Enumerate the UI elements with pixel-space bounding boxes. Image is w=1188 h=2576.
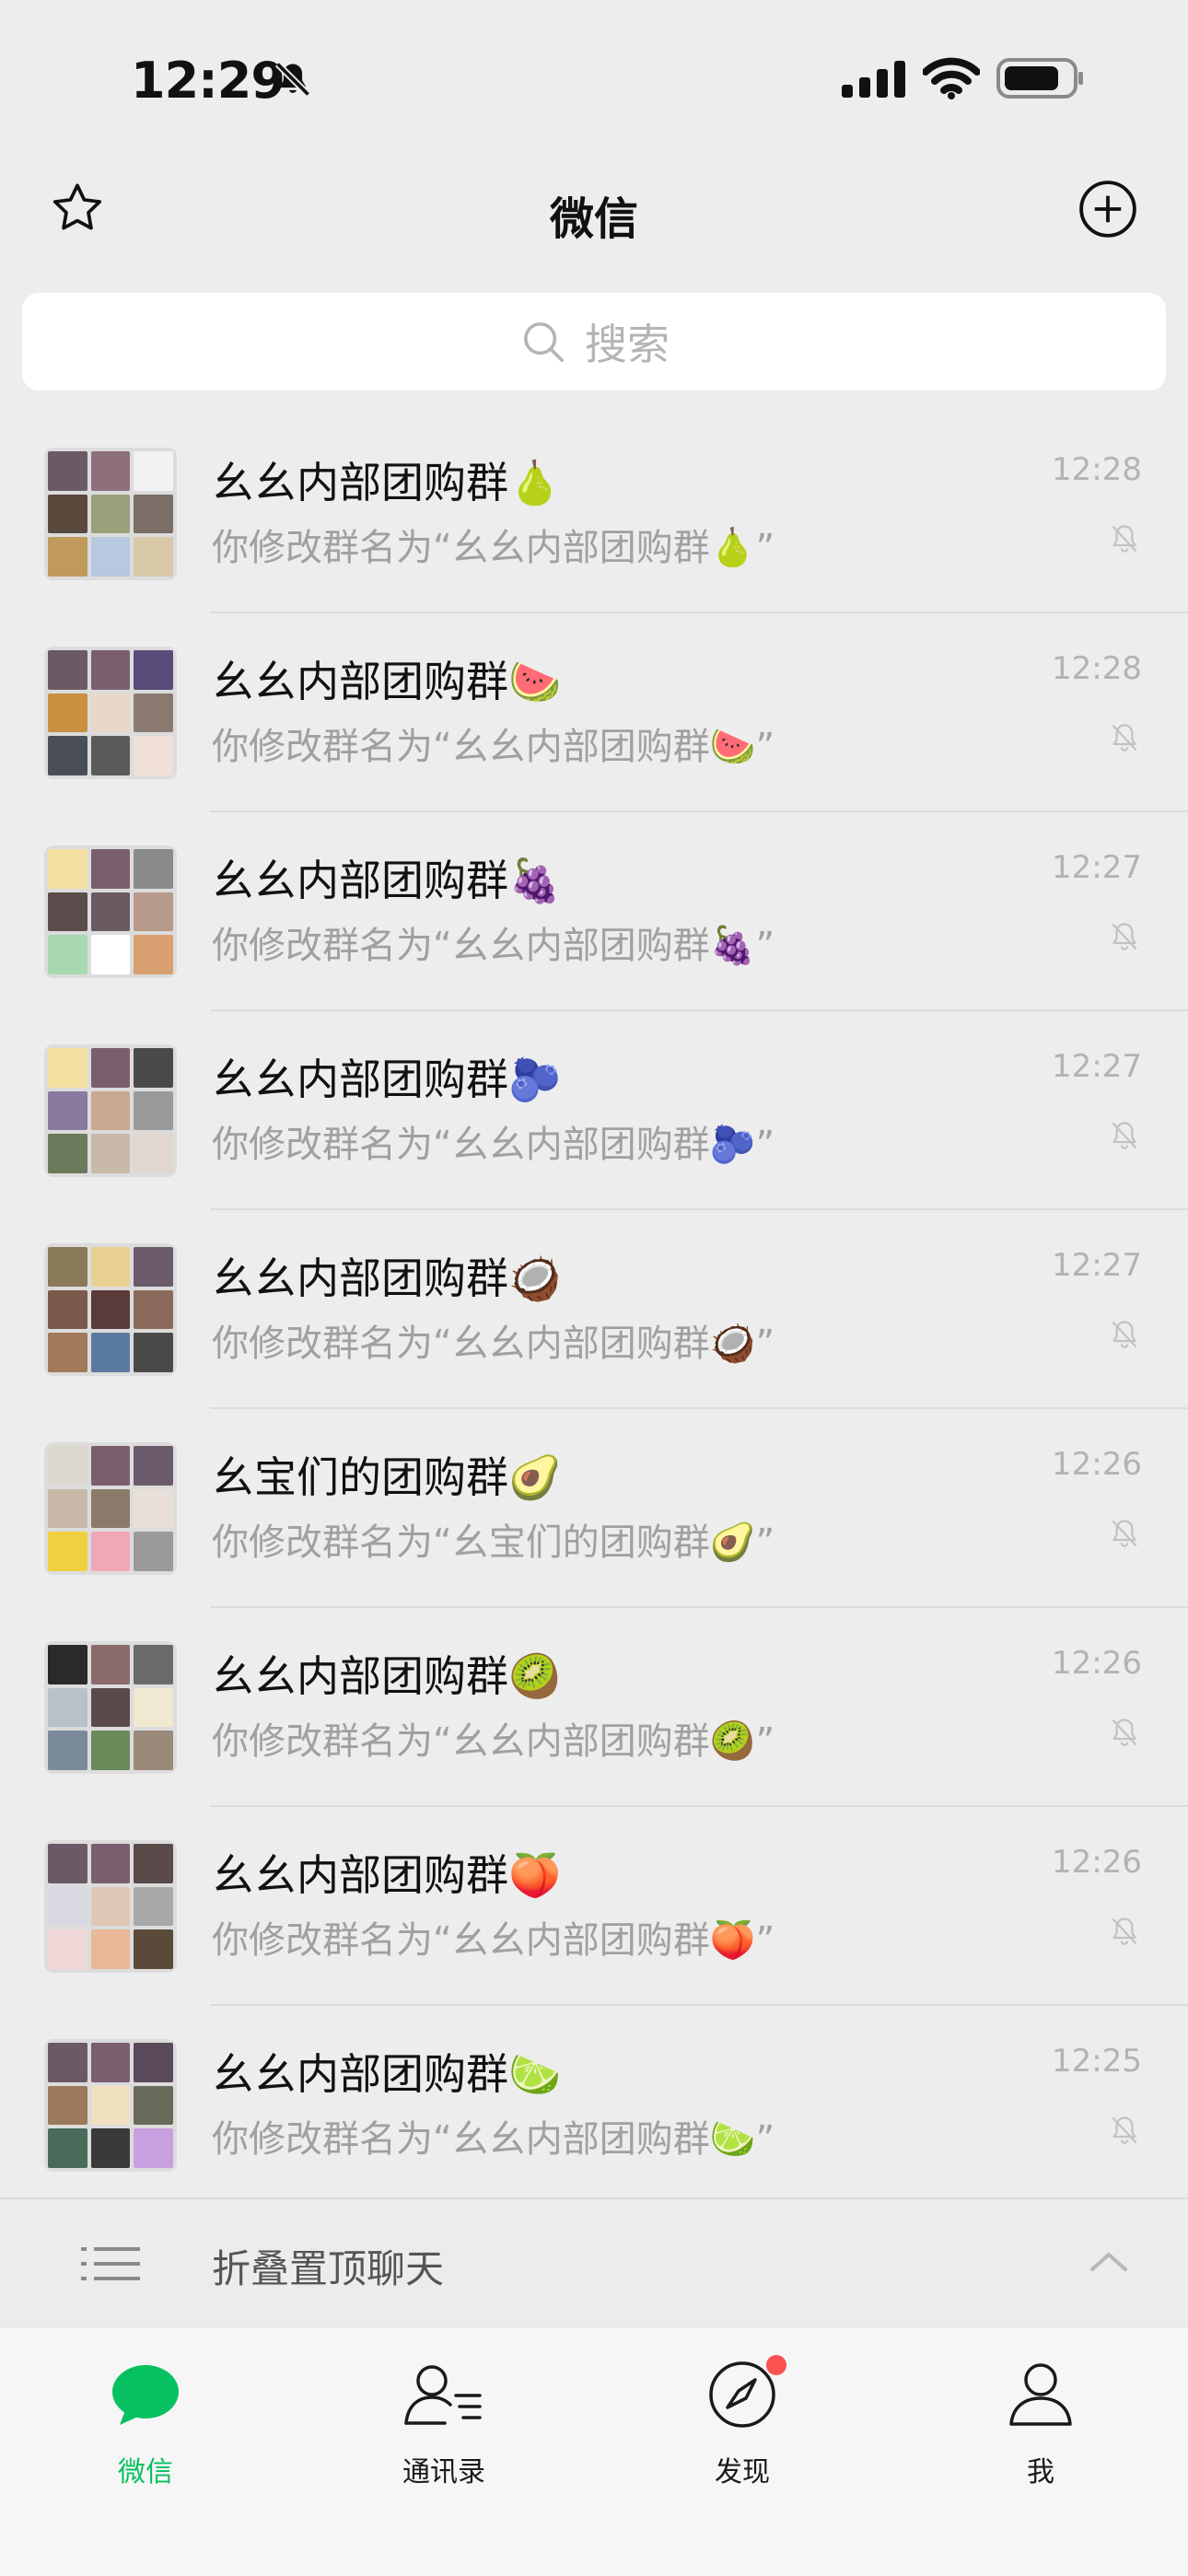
chat-time: 12:25	[1052, 2043, 1142, 2080]
group-avatar	[44, 647, 177, 779]
bell-slash-icon	[1107, 1317, 1142, 1356]
bell-slash-icon	[1107, 720, 1142, 759]
wifi-icon	[922, 57, 981, 103]
chat-name: 幺幺内部团购群🍑	[212, 1850, 562, 1900]
group-avatar	[44, 1442, 177, 1575]
chat-bubble-icon	[53, 2353, 238, 2436]
chat-name: 幺幺内部团购群🍇	[212, 856, 562, 905]
person-icon	[949, 2353, 1133, 2436]
bell-slash-icon	[1107, 2113, 1142, 2151]
chat-preview: 你修改群名为“幺幺内部团购群🍉”	[212, 726, 775, 768]
bell-slash-icon	[1107, 919, 1142, 958]
chat-row[interactable]: 幺幺内部团购群🥥 你修改群名为“幺幺内部团购群🥥” 12:27	[0, 1210, 1188, 1409]
group-avatar	[44, 1044, 177, 1177]
group-avatar	[44, 1840, 177, 1973]
plus-circle-icon[interactable]	[1077, 179, 1138, 243]
chat-name: 幺幺内部团购群🫐	[212, 1055, 562, 1104]
tab-discover[interactable]: 发现	[650, 2353, 834, 2489]
chat-preview: 你修改群名为“幺幺内部团购群🍇”	[212, 925, 775, 967]
battery-icon	[996, 57, 1085, 103]
tab-chats[interactable]: 微信	[53, 2353, 238, 2489]
page-title: 微信	[549, 193, 638, 245]
compass-icon	[650, 2353, 834, 2436]
tab-label: 我	[1027, 2456, 1054, 2489]
chat-time: 12:27	[1052, 1048, 1142, 1085]
chat-name: 幺幺内部团购群🍋‍🟩	[212, 2049, 562, 2099]
bell-slash-icon	[273, 59, 313, 103]
bell-slash-icon	[1107, 521, 1142, 560]
tab-label: 通讯录	[402, 2456, 485, 2489]
chat-row[interactable]: 幺幺内部团购群🍋‍🟩 你修改群名为“幺幺内部团购群🍋‍🟩” 12:25	[0, 2006, 1188, 2205]
group-avatar	[44, 845, 177, 978]
tab-me[interactable]: 我	[949, 2353, 1133, 2489]
tab-label: 发现	[715, 2456, 770, 2489]
chat-row[interactable]: 幺幺内部团购群🫐 你修改群名为“幺幺内部团购群🫐” 12:27	[0, 1011, 1188, 1210]
group-avatar	[44, 1243, 177, 1376]
chat-name: 幺宝们的团购群🥑	[212, 1452, 562, 1502]
contacts-icon	[352, 2353, 536, 2436]
group-avatar	[44, 2039, 177, 2172]
chat-preview: 你修改群名为“幺幺内部团购群🍐”	[212, 527, 775, 569]
group-avatar	[44, 448, 177, 580]
chat-time: 12:28	[1052, 451, 1142, 488]
chat-time: 12:28	[1052, 650, 1142, 687]
chat-row[interactable]: 幺幺内部团购群🥝 你修改群名为“幺幺内部团购群🥝” 12:26	[0, 1608, 1188, 1807]
chat-row[interactable]: 幺幺内部团购群🍑 你修改群名为“幺幺内部团购群🍑” 12:26	[0, 1807, 1188, 2006]
chat-row[interactable]: 幺幺内部团购群🍐 你修改群名为“幺幺内部团购群🍐” 12:28	[0, 414, 1188, 613]
bell-slash-icon	[1107, 1118, 1142, 1157]
chat-preview: 你修改群名为“幺幺内部团购群🫐”	[212, 1124, 775, 1166]
chat-time: 12:26	[1052, 1645, 1142, 1682]
chat-time: 12:26	[1052, 1446, 1142, 1483]
fold-label: 折叠置顶聊天	[212, 2246, 445, 2291]
status-time: 12:29	[131, 52, 285, 110]
chat-time: 12:26	[1052, 1844, 1142, 1881]
tab-label: 微信	[118, 2456, 173, 2489]
chat-preview: 你修改群名为“幺宝们的团购群🥑”	[212, 1521, 775, 1564]
chat-preview: 你修改群名为“幺幺内部团购群🍋‍🟩”	[212, 2118, 775, 2161]
bell-slash-icon	[1107, 1914, 1142, 1952]
signal-icon	[842, 61, 906, 101]
group-avatar	[44, 1641, 177, 1774]
bell-slash-icon	[1107, 1516, 1142, 1555]
chat-name: 幺幺内部团购群🍉	[212, 657, 562, 706]
tab-contacts[interactable]: 通讯录	[352, 2353, 536, 2489]
search-icon	[518, 317, 568, 367]
chat-preview: 你修改群名为“幺幺内部团购群🍑”	[212, 1919, 775, 1962]
search-bar[interactable]: 搜索	[22, 293, 1166, 390]
chat-preview: 你修改群名为“幺幺内部团购群🥝”	[212, 1720, 775, 1763]
chat-row[interactable]: 幺幺内部团购群🍉 你修改群名为“幺幺内部团购群🍉” 12:28	[0, 613, 1188, 812]
chat-list: 幺幺内部团购群🍐 你修改群名为“幺幺内部团购群🍐” 12:28 幺幺内部团购群🍉…	[0, 414, 1188, 2205]
chat-row[interactable]: 幺幺内部团购群🍇 你修改群名为“幺幺内部团购群🍇” 12:27	[0, 812, 1188, 1011]
search-placeholder: 搜索	[585, 320, 670, 369]
tab-bar: 微信 通讯录 发现 我	[0, 2326, 1188, 2576]
fold-pinned-bar[interactable]: 折叠置顶聊天	[0, 2197, 1188, 2328]
list-icon	[81, 2245, 140, 2286]
chat-time: 12:27	[1052, 849, 1142, 886]
chat-name: 幺幺内部团购群🥥	[212, 1253, 562, 1303]
nav-bar: 微信	[0, 157, 1188, 295]
chat-row[interactable]: 幺宝们的团购群🥑 你修改群名为“幺宝们的团购群🥑” 12:26	[0, 1409, 1188, 1608]
chat-name: 幺幺内部团购群🍐	[212, 458, 562, 507]
chat-time: 12:27	[1052, 1247, 1142, 1284]
status-bar: 12:29	[0, 0, 1188, 157]
bell-slash-icon	[1107, 1715, 1142, 1754]
chevron-up-icon[interactable]	[1089, 2247, 1129, 2279]
chat-name: 幺幺内部团购群🥝	[212, 1651, 562, 1701]
notification-dot	[766, 2355, 786, 2375]
chat-preview: 你修改群名为“幺幺内部团购群🥥”	[212, 1323, 775, 1365]
